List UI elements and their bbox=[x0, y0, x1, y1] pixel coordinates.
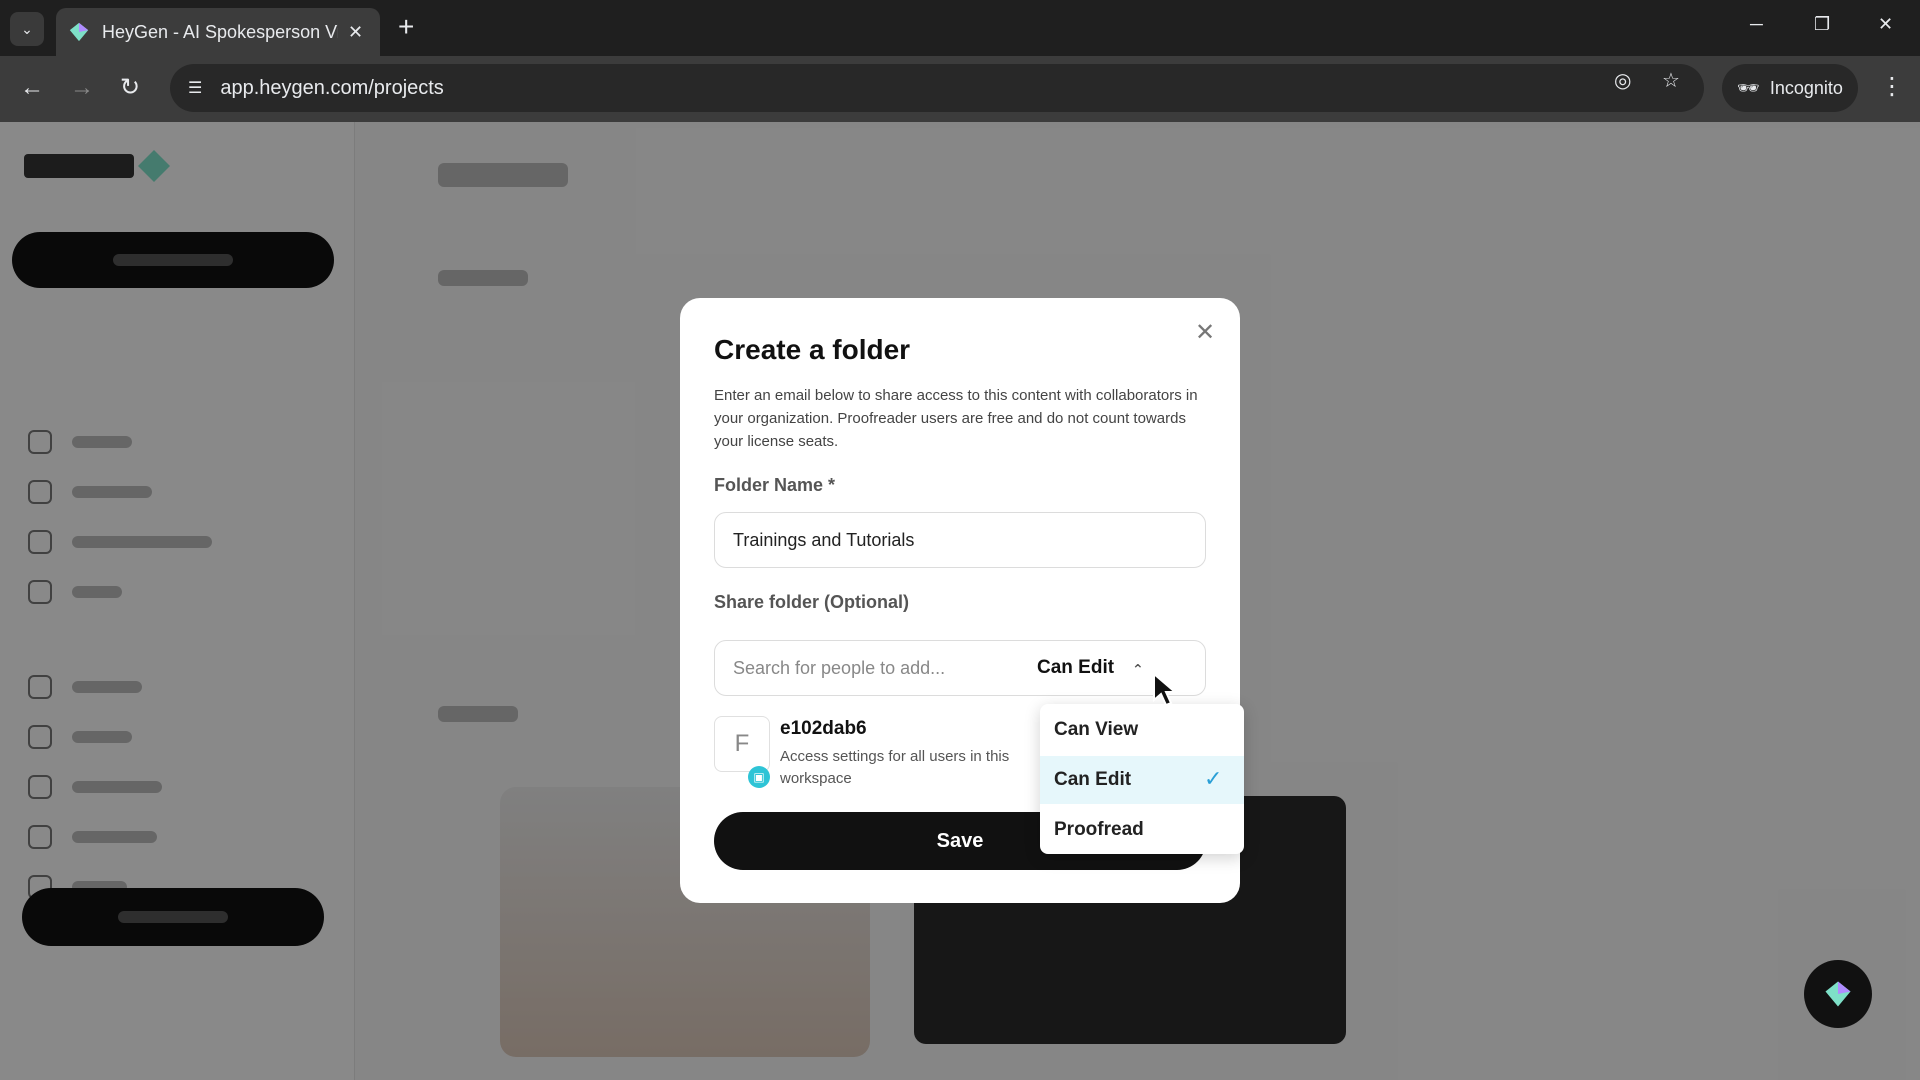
search-people-input[interactable] bbox=[733, 641, 1033, 695]
avatar: F bbox=[714, 716, 770, 772]
close-icon[interactable]: ✕ bbox=[1192, 320, 1218, 346]
option-proofread[interactable]: Proofread bbox=[1040, 806, 1244, 854]
incognito-badge[interactable]: 🕶 Incognito bbox=[1722, 64, 1858, 112]
option-can-edit[interactable]: Can Edit ✓ bbox=[1040, 756, 1244, 804]
new-tab-button[interactable]: + bbox=[398, 12, 414, 42]
bookmark-star-icon[interactable]: ☆ bbox=[1662, 68, 1680, 93]
permission-selected-label: Can Edit bbox=[1037, 657, 1115, 678]
tab-search-button[interactable]: ⌄ bbox=[10, 12, 44, 46]
eye-off-icon[interactable]: ◎ bbox=[1614, 68, 1631, 93]
mouse-cursor-icon bbox=[1153, 672, 1178, 707]
share-field: Can Edit ⌄ bbox=[714, 640, 1206, 696]
url-text: app.heygen.com/projects bbox=[220, 76, 444, 99]
checkmark-icon: ✓ bbox=[1204, 766, 1223, 791]
forward-button[interactable]: → bbox=[70, 74, 94, 102]
browser-toolbar: ← → ↻ ☰ app.heygen.com/projects ◎ ☆ 🕶 In… bbox=[0, 56, 1920, 122]
option-can-edit-label: Can Edit bbox=[1054, 769, 1132, 790]
permission-dropdown-menu: Can View Can Edit ✓ Proofread bbox=[1040, 704, 1244, 854]
reload-button[interactable]: ↻ bbox=[120, 74, 140, 102]
browser-tab-bar: ⌄ HeyGen - AI Spokesperson Vide ✕ + ─ ❐ … bbox=[0, 0, 1920, 56]
option-can-view[interactable]: Can View bbox=[1040, 706, 1244, 754]
chevron-down-icon: ⌄ bbox=[21, 20, 33, 37]
back-button[interactable]: ← bbox=[20, 74, 44, 102]
minimize-button[interactable]: ─ bbox=[1750, 14, 1763, 35]
member-description: Access settings for all users in this wo… bbox=[780, 748, 1010, 787]
workspace-badge-icon: ▣ bbox=[748, 766, 770, 788]
restore-button[interactable]: ❐ bbox=[1814, 14, 1830, 35]
modal-title: Create a folder bbox=[714, 334, 911, 365]
window-close-button[interactable]: ✕ bbox=[1878, 14, 1893, 35]
help-chat-button[interactable] bbox=[1804, 960, 1872, 1028]
modal-description: Enter an email below to share access to … bbox=[714, 387, 1198, 450]
incognito-label: Incognito bbox=[1769, 77, 1843, 98]
share-folder-label: Share folder (Optional) bbox=[714, 592, 910, 612]
browser-menu-icon[interactable]: ⋮ bbox=[1880, 72, 1904, 101]
tab-close-icon[interactable]: ✕ bbox=[348, 22, 363, 43]
browser-tab[interactable]: HeyGen - AI Spokesperson Vide ✕ bbox=[56, 8, 380, 56]
site-settings-icon[interactable]: ☰ bbox=[188, 78, 202, 98]
chevron-up-icon: ⌄ bbox=[1132, 660, 1144, 677]
folder-name-label: Folder Name * bbox=[714, 475, 836, 495]
address-bar[interactable]: ☰ app.heygen.com/projects bbox=[170, 64, 1704, 112]
folder-name-input[interactable]: Trainings and Tutorials bbox=[714, 512, 1206, 568]
incognito-icon: 🕶 bbox=[1737, 77, 1760, 98]
permission-select[interactable]: Can Edit ⌄ bbox=[1037, 641, 1144, 695]
workspace-member-row: F ▣ e102dab6 Access settings for all use… bbox=[714, 716, 1044, 796]
tab-title: HeyGen - AI Spokesperson Vide bbox=[102, 21, 338, 42]
member-name: e102dab6 bbox=[780, 718, 867, 739]
heygen-logo-icon bbox=[1825, 981, 1851, 1007]
heygen-favicon-icon bbox=[69, 22, 89, 42]
